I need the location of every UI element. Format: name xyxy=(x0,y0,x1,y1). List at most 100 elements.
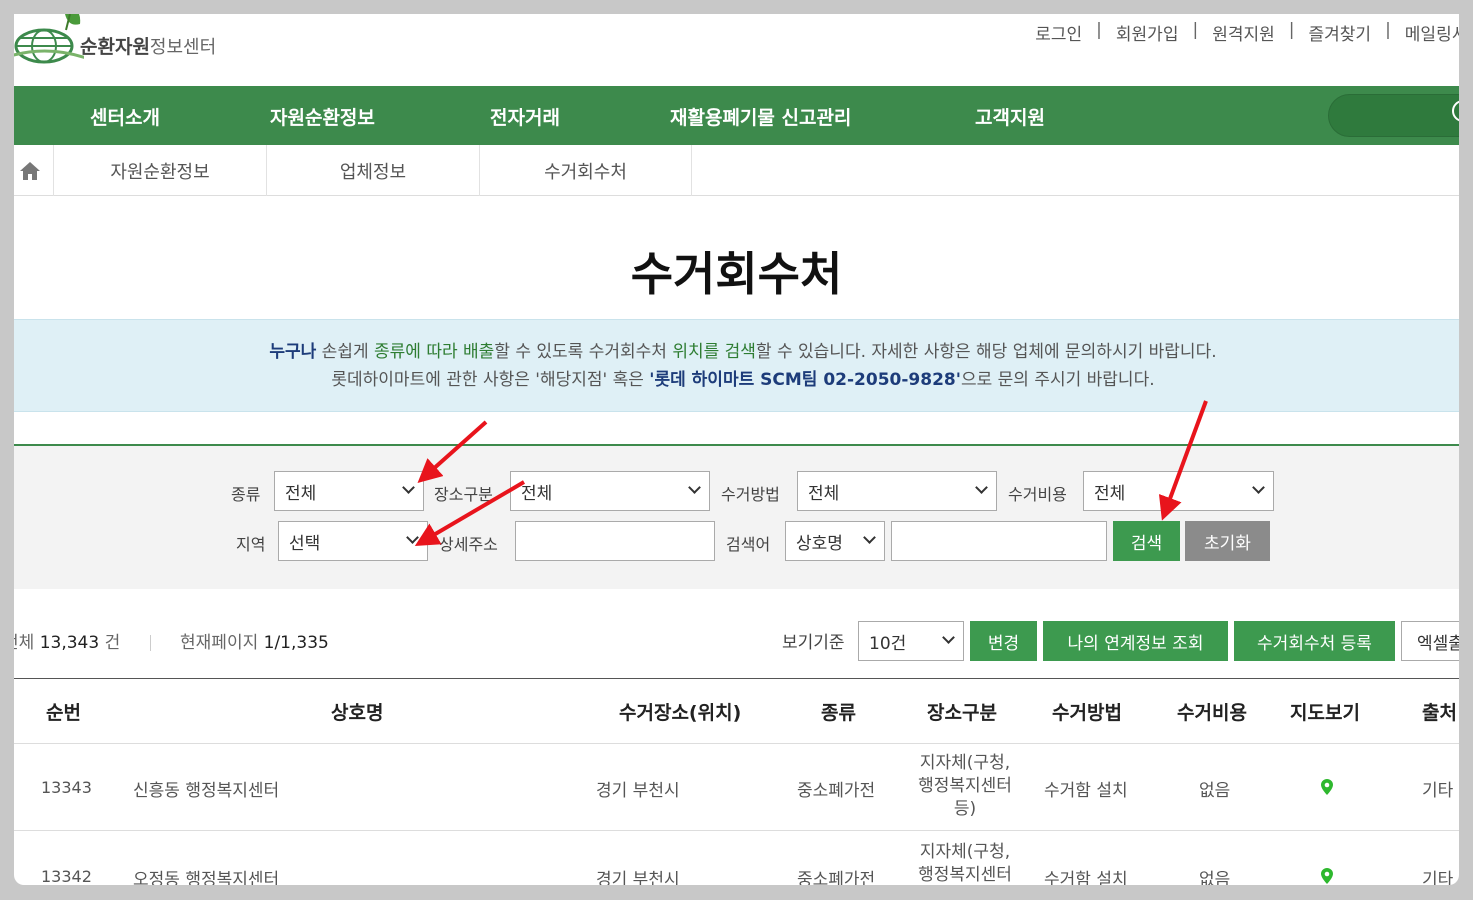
map-pin-icon[interactable] xyxy=(1321,779,1333,795)
logo-text: 순환자원정보센터 xyxy=(80,32,216,59)
keyword-type-select[interactable]: 상호명 xyxy=(785,521,885,561)
notice-line-2: 롯데하이마트에 관한 사항은 '해당지점' 혹은 '롯데 하이마트 SCM팀 0… xyxy=(14,366,1459,394)
row-divider xyxy=(14,830,1459,831)
cost-select-value: 전체 xyxy=(1094,483,1126,504)
notice-text: 종류에 따라 배출 xyxy=(374,342,495,362)
cell-source: 기타 xyxy=(1422,781,1454,801)
region-label: 지역 xyxy=(236,535,266,554)
search-form xyxy=(14,444,1459,589)
excel-export-button[interactable]: 엑셀출력 xyxy=(1401,621,1459,661)
remote-support-link[interactable]: 원격지원 xyxy=(1212,20,1275,45)
cell-place: 지자체(구청, 행정복지센터 등) xyxy=(905,752,1025,821)
type-select[interactable]: 전체 xyxy=(274,471,424,511)
method-label: 수거방법 xyxy=(721,485,780,504)
chevron-down-icon xyxy=(688,481,701,494)
cell-place-line: 행정복지센터 xyxy=(918,776,1012,796)
cell-source: 기타 xyxy=(1422,870,1454,885)
column-header-name: 상호명 xyxy=(331,702,384,724)
chevron-down-icon xyxy=(863,531,876,544)
site-logo[interactable]: 순환자원정보센터 xyxy=(14,14,244,64)
breadcrumb-collection-point[interactable]: 수거회수처 xyxy=(480,145,692,196)
register-collection-point-button[interactable]: 수거회수처 등록 xyxy=(1234,621,1395,661)
column-header-map: 지도보기 xyxy=(1290,702,1360,724)
nav-search-input[interactable] xyxy=(1328,94,1459,137)
keyword-type-value: 상호명 xyxy=(796,533,843,554)
row-divider xyxy=(14,743,1459,744)
total-count: 13,343 xyxy=(39,633,100,653)
site-header: 순환자원정보센터 로그인 | 회원가입 | 원격지원 | 즐겨찾기 | 메일링서비 xyxy=(14,14,1459,86)
place-select[interactable]: 전체 xyxy=(510,471,710,511)
column-header-method: 수거방법 xyxy=(1052,702,1122,724)
separator: | xyxy=(1192,20,1199,40)
region-select[interactable]: 선택 xyxy=(278,521,428,561)
cell-method: 수거함 설치 xyxy=(1044,870,1128,885)
cell-place-line: 등) xyxy=(953,799,977,819)
nav-item-center-intro[interactable]: 센터소개 xyxy=(90,103,160,130)
place-label: 장소구분 xyxy=(434,485,493,504)
notice-text: 누구나 xyxy=(269,342,317,362)
cell-cost: 없음 xyxy=(1199,870,1231,885)
column-header-location: 수거장소(위치) xyxy=(619,702,742,724)
globe-leaf-icon xyxy=(14,14,84,64)
nav-item-recycling-report[interactable]: 재활용폐기물 신고관리 xyxy=(670,103,851,130)
breadcrumb-resource-info[interactable]: 자원순환정보 xyxy=(54,145,267,196)
separator: | xyxy=(1288,20,1295,40)
notice-text: 손쉽게 xyxy=(316,342,375,362)
signup-link[interactable]: 회원가입 xyxy=(1116,20,1179,45)
address-input[interactable] xyxy=(515,521,715,561)
keyword-input[interactable] xyxy=(891,521,1107,561)
utility-nav: 로그인 | 회원가입 | 원격지원 | 즐겨찾기 | 메일링서비 xyxy=(1035,20,1459,45)
cell-location: 경기 부천시 xyxy=(596,870,680,885)
chevron-down-icon xyxy=(942,631,955,644)
breadcrumb-company-info[interactable]: 업체정보 xyxy=(267,145,480,196)
place-select-value: 전체 xyxy=(521,483,553,504)
cell-place-line: 행정복지센터 xyxy=(918,865,1012,885)
column-header-no: 순번 xyxy=(46,702,81,724)
view-label: 보기기준 xyxy=(782,633,845,653)
cell-type: 중소폐가전 xyxy=(797,870,876,885)
notice-box: 누구나 손쉽게 종류에 따라 배출할 수 있도록 수거회수처 위치를 검색할 수… xyxy=(14,319,1459,412)
cost-label: 수거비용 xyxy=(1008,485,1067,504)
page-label: 현재페이지 xyxy=(180,633,259,653)
chevron-down-icon xyxy=(406,531,419,544)
notice-text: 할 수 있습니다. 자세한 사항은 해당 업체에 문의하시기 바랍니다. xyxy=(755,342,1217,362)
browser-page: 순환자원정보센터 로그인 | 회원가입 | 원격지원 | 즐겨찾기 | 메일링서비 센터… xyxy=(14,14,1459,885)
cell-place-line: 지자체(구청, xyxy=(919,842,1011,862)
separator: | xyxy=(1096,20,1102,40)
separator: | xyxy=(1385,20,1391,40)
column-header-source: 출처 xyxy=(1422,702,1457,724)
cell-name[interactable]: 오정동 행정복지센터 xyxy=(133,865,279,885)
divider xyxy=(149,635,151,651)
cost-select[interactable]: 전체 xyxy=(1083,471,1274,511)
notice-text: 롯데하이마트에 관한 사항은 '해당지점' 혹은 xyxy=(331,370,650,390)
reset-button[interactable]: 초기화 xyxy=(1185,521,1270,561)
cell-location: 경기 부천시 xyxy=(596,781,680,801)
home-button[interactable] xyxy=(14,145,54,196)
type-select-value: 전체 xyxy=(285,483,317,504)
nav-item-resource-info[interactable]: 자원순환정보 xyxy=(270,103,375,130)
address-label: 상세주소 xyxy=(439,535,498,554)
region-select-value: 선택 xyxy=(289,533,321,554)
keyword-label: 검색어 xyxy=(726,535,771,554)
left-strip xyxy=(0,0,14,900)
cell-name[interactable]: 신흥동 행정복지센터 xyxy=(133,776,279,801)
search-button[interactable]: 검색 xyxy=(1113,521,1180,561)
nav-item-e-trade[interactable]: 전자거래 xyxy=(490,103,560,130)
notice-text: 으로 문의 주시기 바랍니다. xyxy=(960,370,1155,390)
method-select[interactable]: 전체 xyxy=(797,471,997,511)
map-pin-icon[interactable] xyxy=(1321,868,1333,884)
cell-type: 중소폐가전 xyxy=(797,781,876,801)
nav-item-customer-support[interactable]: 고객지원 xyxy=(975,103,1045,130)
list-summary: 전체 13,343 건 현재페이지 1/1,335 xyxy=(14,628,329,653)
login-link[interactable]: 로그인 xyxy=(1035,20,1082,45)
cell-place-line: 지자체(구청, xyxy=(919,753,1011,773)
change-button[interactable]: 변경 xyxy=(970,621,1037,661)
logo-main-text: 순환자원 xyxy=(80,36,150,58)
my-link-info-button[interactable]: 나의 연계정보 조회 xyxy=(1043,621,1228,661)
view-count-select[interactable]: 10건 xyxy=(858,621,964,661)
chevron-down-icon xyxy=(975,481,988,494)
total-label: 전체 xyxy=(14,633,35,653)
mailing-service-link[interactable]: 메일링서비 xyxy=(1405,20,1459,45)
main-nav: 센터소개 자원순환정보 전자거래 재활용폐기물 신고관리 고객지원 xyxy=(14,86,1459,145)
favorites-link[interactable]: 즐겨찾기 xyxy=(1309,20,1372,45)
